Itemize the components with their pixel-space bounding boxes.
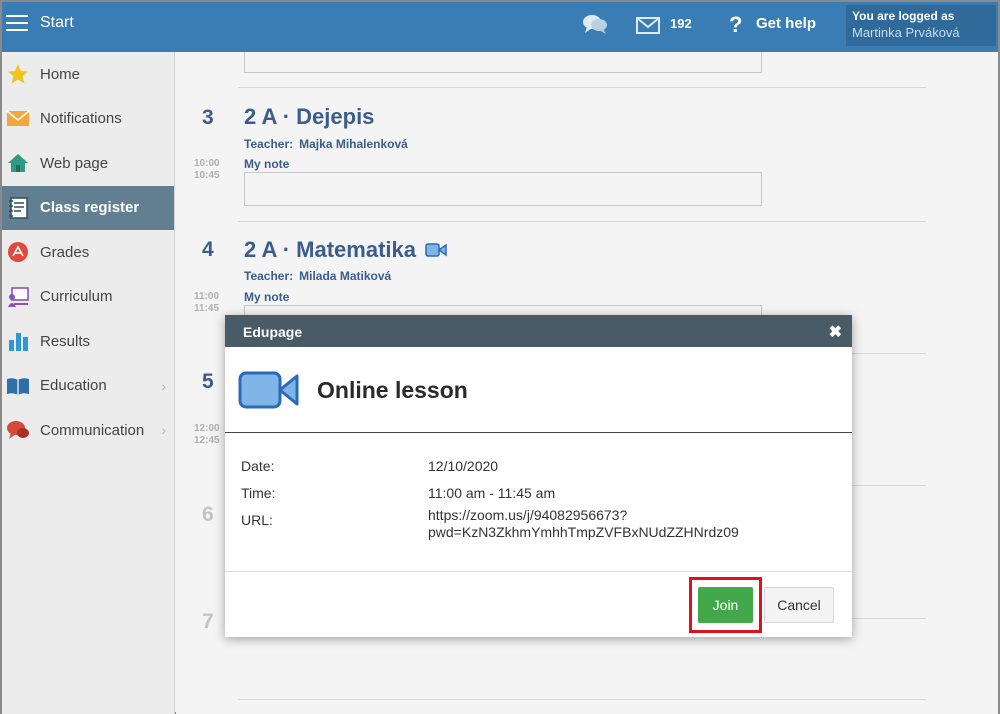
chat-icon[interactable]	[582, 12, 608, 36]
sidebar-item-home[interactable]: Home	[2, 52, 174, 97]
sidebar-item-communication[interactable]: Communication ›	[2, 408, 174, 453]
period-number: 7	[202, 610, 214, 633]
divider	[238, 87, 926, 88]
sidebar-item-class-register[interactable]: Class register	[2, 185, 174, 230]
online-lesson-dialog: Edupage ✖ Online lesson Date: 12/10/2020…	[225, 315, 852, 637]
sidebar-item-label: Education	[40, 377, 107, 395]
grades-icon	[6, 241, 30, 263]
dialog-footer: Join Cancel	[225, 571, 852, 637]
dialog-title: Online lesson	[317, 377, 468, 403]
teacher-line: Teacher: Majka Mihalenková	[244, 137, 408, 151]
divider	[238, 699, 926, 700]
period-end-time: 12:45	[194, 435, 220, 446]
lesson-title[interactable]: 2 A · Matematika	[244, 237, 416, 263]
notebook-icon	[6, 197, 30, 219]
url-line: pwd=KzN3ZkhmYmhhTmpZVFBxNUdZZHNrdz09	[428, 524, 739, 540]
sidebar-item-label: Web page	[40, 154, 109, 172]
chevron-right-icon: ›	[161, 422, 166, 439]
star-icon	[6, 63, 30, 85]
user-name: Martinka Prváková	[852, 25, 960, 40]
sidebar-item-education[interactable]: Education ›	[2, 364, 174, 409]
sidebar-item-label: Notifications	[40, 110, 122, 128]
sidebar-item-label: Home	[40, 65, 81, 83]
user-account-box[interactable]: You are logged as Martinka Prváková	[846, 5, 996, 46]
teacher-label: Teacher:	[244, 137, 294, 151]
url-value[interactable]: https://zoom.us/j/94082956673? pwd=KzN3Z…	[428, 507, 739, 541]
sidebar-item-web-page[interactable]: Web page	[2, 141, 174, 186]
period-time: 11:00 11:45	[194, 291, 219, 315]
period-number: 4	[202, 238, 214, 261]
divider	[238, 221, 926, 222]
sidebar-item-label: Grades	[40, 243, 90, 261]
mail-icon[interactable]	[636, 17, 660, 34]
period-end-time: 10:45	[194, 170, 220, 181]
top-bar: Start 192 ? Get help You are logged as M…	[2, 2, 998, 52]
dialog-hero: Online lesson	[225, 347, 852, 433]
join-button[interactable]: Join	[698, 587, 753, 623]
sidebar-item-notifications[interactable]: Notifications	[2, 97, 174, 142]
start-link[interactable]: Start	[40, 14, 74, 32]
teacher-name[interactable]: Majka Mihalenková	[299, 137, 408, 151]
lesson-title-row: 2 A · Matematika	[244, 237, 447, 263]
bar-chart-icon	[6, 330, 30, 352]
mail-count[interactable]: 192	[670, 16, 692, 31]
teacher-label: Teacher:	[244, 269, 294, 283]
teacher-line: Teacher: Milada Matiková	[244, 269, 391, 283]
sidebar-item-label: Curriculum	[40, 288, 113, 306]
previous-note-box[interactable]	[244, 52, 762, 73]
cancel-button[interactable]: Cancel	[764, 587, 834, 623]
url-label: URL:	[241, 512, 273, 528]
sidebar-item-curriculum[interactable]: Curriculum	[2, 275, 174, 320]
period-number: 3	[202, 106, 214, 129]
sidebar-item-label: Communication	[40, 421, 145, 439]
hamburger-menu-icon[interactable]	[6, 15, 28, 33]
close-icon[interactable]: ✖	[829, 322, 842, 342]
sidebar: Home Notifications Web page Class regist…	[2, 52, 175, 714]
sidebar-item-label: Class register	[40, 199, 140, 217]
lesson-title[interactable]: 2 A · Dejepis	[244, 104, 374, 130]
get-help-link[interactable]: Get help	[756, 15, 816, 32]
period-time: 10:00 10:45	[194, 158, 220, 182]
chevron-right-icon: ›	[161, 377, 166, 394]
my-note-label: My note	[244, 157, 290, 171]
open-book-icon	[6, 375, 30, 397]
sidebar-item-results[interactable]: Results	[2, 319, 174, 364]
house-icon	[6, 152, 30, 174]
period-time: 12:00 12:45	[194, 423, 220, 447]
video-camera-icon	[238, 371, 299, 409]
url-line: https://zoom.us/j/94082956673?	[428, 507, 628, 523]
my-note-label: My note	[244, 290, 290, 304]
chat-bubbles-icon	[6, 419, 30, 441]
period-number: 6	[202, 503, 214, 526]
sidebar-item-grades[interactable]: Grades	[2, 230, 174, 275]
dialog-header: Edupage ✖	[225, 315, 852, 347]
sidebar-item-label: Results	[40, 332, 91, 350]
date-value: 12/10/2020	[428, 458, 499, 474]
period-start-time: 12:00	[194, 423, 220, 434]
period-number: 5	[202, 370, 214, 393]
video-camera-icon[interactable]	[425, 243, 447, 257]
period-start-time: 10:00	[194, 158, 220, 169]
time-value: 11:00 am - 11:45 am	[428, 485, 556, 501]
logged-as-label: You are logged as	[852, 9, 955, 23]
my-note-box[interactable]	[244, 172, 762, 206]
period-start-time: 11:00	[194, 291, 220, 302]
envelope-icon	[6, 108, 30, 130]
time-label: Time:	[241, 485, 276, 501]
dialog-header-title: Edupage	[243, 324, 303, 340]
question-mark-icon[interactable]: ?	[729, 12, 742, 38]
period-end-time: 11:45	[194, 303, 220, 314]
curriculum-icon	[6, 286, 30, 308]
teacher-name[interactable]: Milada Matiková	[299, 269, 391, 283]
date-label: Date:	[241, 458, 275, 474]
